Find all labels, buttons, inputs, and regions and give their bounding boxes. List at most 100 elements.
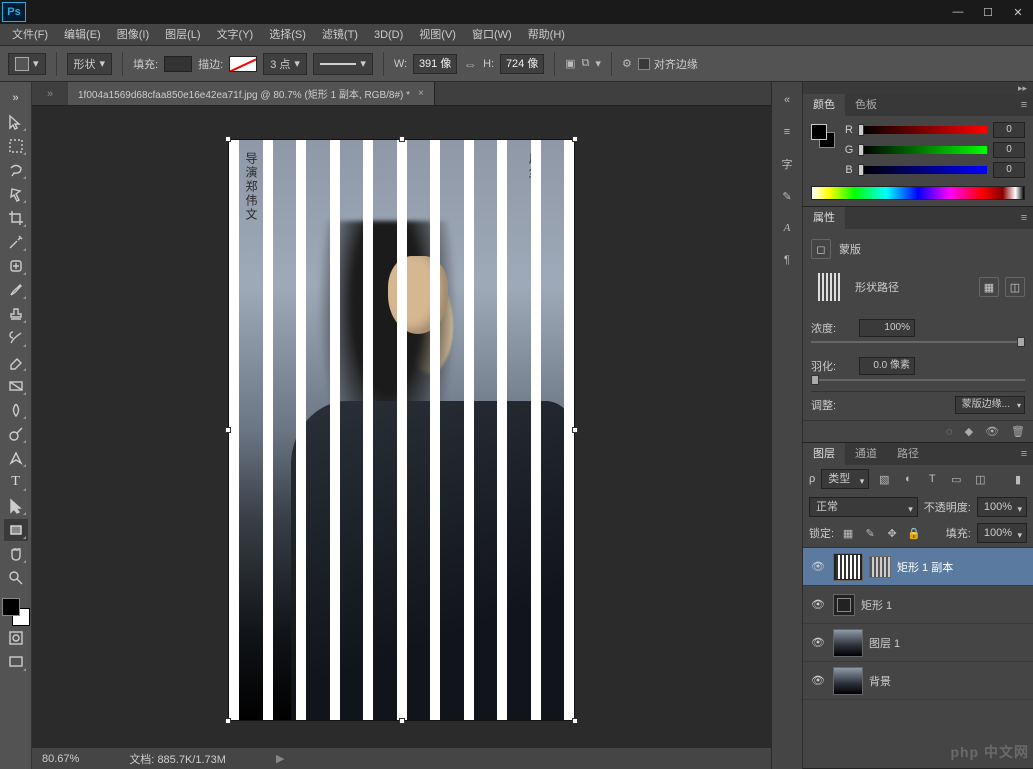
status-caret-icon[interactable]: ▶ — [276, 752, 284, 765]
window-maximize-button[interactable]: ☐ — [973, 0, 1003, 24]
canvas-area[interactable]: 导演郑伟文 反尘 — [32, 106, 771, 747]
transform-handle[interactable] — [572, 427, 578, 433]
filter-adjust-icon[interactable]: ◐ — [899, 470, 917, 488]
menu-select[interactable]: 选择(S) — [261, 24, 314, 46]
quickmask-tool[interactable] — [4, 627, 28, 649]
stamp-tool[interactable] — [4, 303, 28, 325]
disable-mask-icon[interactable]: 👁 — [985, 425, 999, 438]
feather-slider[interactable] — [811, 379, 1025, 381]
opacity-input[interactable]: 100% — [977, 497, 1027, 517]
stroke-swatch[interactable] — [229, 56, 257, 72]
layer-thumb[interactable] — [833, 667, 863, 695]
menu-layer[interactable]: 图层(L) — [157, 24, 208, 46]
visibility-icon[interactable]: 👁 — [809, 674, 827, 687]
filter-shape-icon[interactable]: ▭ — [947, 470, 965, 488]
lock-all-icon[interactable]: 🔒 — [906, 527, 922, 540]
menu-image[interactable]: 图像(I) — [109, 24, 157, 46]
slider-r[interactable] — [861, 126, 987, 134]
window-close-button[interactable]: ✕ — [1003, 0, 1033, 24]
path-arrange-icon[interactable]: ⧉ — [582, 57, 590, 70]
marquee-tool[interactable] — [4, 135, 28, 157]
dock-character-icon[interactable]: 字 — [775, 152, 799, 176]
visibility-icon[interactable]: 👁 — [809, 636, 827, 649]
tab-paths[interactable]: 路径 — [887, 443, 929, 465]
layer-mask-thumb[interactable] — [869, 556, 891, 578]
density-input[interactable]: 100% — [859, 319, 915, 337]
panel-menu-icon[interactable]: ≡ — [1015, 94, 1033, 116]
mask-edge-dropdown[interactable]: 蒙版边缘... — [955, 396, 1025, 414]
layer-item[interactable]: 👁 矩形 1 副本 — [803, 548, 1033, 586]
document-tab-close-icon[interactable]: × — [418, 88, 424, 99]
document-canvas[interactable]: 导演郑伟文 反尘 — [229, 140, 574, 720]
layer-item[interactable]: 👁 背景 — [803, 662, 1033, 700]
tab-color[interactable]: 颜色 — [803, 94, 845, 116]
color-spectrum[interactable] — [811, 186, 1025, 200]
dock-histogram-icon[interactable]: ≡ — [775, 120, 799, 144]
status-zoom[interactable]: 80.67% — [42, 753, 79, 765]
healing-tool[interactable] — [4, 255, 28, 277]
menu-file[interactable]: 文件(F) — [4, 24, 56, 46]
color-fgbg-swatch[interactable] — [811, 124, 835, 148]
stroke-style-dropdown[interactable]: ▾ — [313, 53, 373, 75]
tab-swatches[interactable]: 色板 — [845, 94, 887, 116]
tool-mode-dropdown[interactable]: 形状▾ — [67, 53, 113, 75]
dock-brush-icon[interactable]: ✎ — [775, 184, 799, 208]
menu-filter[interactable]: 滤镜(T) — [314, 24, 366, 46]
layer-thumb[interactable] — [833, 629, 863, 657]
filter-type-icon[interactable]: T — [923, 470, 941, 488]
lasso-tool[interactable] — [4, 159, 28, 181]
fill-swatch[interactable] — [164, 56, 192, 72]
feather-input[interactable]: 0.0 像素 — [859, 357, 915, 375]
layer-thumb[interactable] — [833, 594, 855, 616]
vector-mask-icon[interactable]: ◫ — [1005, 277, 1025, 297]
blend-mode-dropdown[interactable]: 正常 — [809, 497, 918, 517]
fill-input[interactable]: 100% — [977, 523, 1027, 543]
filter-smart-icon[interactable]: ◫ — [971, 470, 989, 488]
slider-g[interactable] — [861, 146, 987, 154]
lock-pixel-icon[interactable]: ✎ — [862, 527, 878, 540]
dock-paragraph-icon[interactable]: A — [775, 216, 799, 240]
visibility-icon[interactable]: 👁 — [809, 598, 827, 611]
pixel-mask-icon[interactable]: ▦ — [979, 277, 999, 297]
layer-thumb[interactable] — [833, 553, 863, 581]
path-ops-icon[interactable]: ▾ — [595, 57, 601, 70]
menu-edit[interactable]: 编辑(E) — [56, 24, 109, 46]
transform-handle[interactable] — [225, 718, 231, 724]
path-select-tool[interactable] — [4, 495, 28, 517]
layer-item[interactable]: 👁 矩形 1 — [803, 586, 1033, 624]
filter-toggle-icon[interactable]: ▮ — [1009, 470, 1027, 488]
tabbar-expand-icon[interactable]: » — [32, 82, 68, 105]
move-tool[interactable] — [4, 111, 28, 133]
filter-kind-icon[interactable]: ρ — [809, 473, 815, 485]
panel-menu-icon[interactable]: ≡ — [1015, 207, 1033, 229]
transform-handle[interactable] — [225, 427, 231, 433]
transform-handle[interactable] — [399, 136, 405, 142]
panel-menu-icon[interactable]: ≡ — [1015, 443, 1033, 465]
menu-view[interactable]: 视图(V) — [411, 24, 464, 46]
pen-tool[interactable] — [4, 447, 28, 469]
layer-item[interactable]: 👁 图层 1 — [803, 624, 1033, 662]
tab-properties[interactable]: 属性 — [803, 207, 845, 229]
width-input[interactable]: 391 像 — [413, 54, 457, 74]
dodge-tool[interactable] — [4, 423, 28, 445]
apply-mask-icon[interactable]: ◆ — [965, 425, 973, 438]
input-r[interactable]: 0 — [993, 122, 1025, 138]
transform-handle[interactable] — [399, 718, 405, 724]
transform-handle[interactable] — [225, 136, 231, 142]
stroke-width-input[interactable]: 3 点▾ — [263, 53, 307, 75]
blur-tool[interactable] — [4, 399, 28, 421]
tab-layers[interactable]: 图层 — [803, 443, 845, 465]
screenmode-tool[interactable] — [4, 651, 28, 673]
document-tab[interactable]: 1f004a1569d68cfaa850e16e42ea71f.jpg @ 80… — [68, 82, 435, 105]
toolbar-expand-icon[interactable]: » — [4, 87, 28, 109]
menu-help[interactable]: 帮助(H) — [520, 24, 573, 46]
transform-handle[interactable] — [572, 718, 578, 724]
crop-tool[interactable] — [4, 207, 28, 229]
foreground-background-swatch[interactable] — [2, 598, 30, 626]
filter-pixel-icon[interactable]: ▧ — [875, 470, 893, 488]
align-edges-checkbox[interactable]: 对齐边缘 — [638, 56, 698, 72]
input-g[interactable]: 0 — [993, 142, 1025, 158]
link-wh-icon[interactable]: ⇔ — [463, 56, 477, 72]
eyedropper-tool[interactable] — [4, 231, 28, 253]
dock-styles-icon[interactable]: ¶ — [775, 248, 799, 272]
